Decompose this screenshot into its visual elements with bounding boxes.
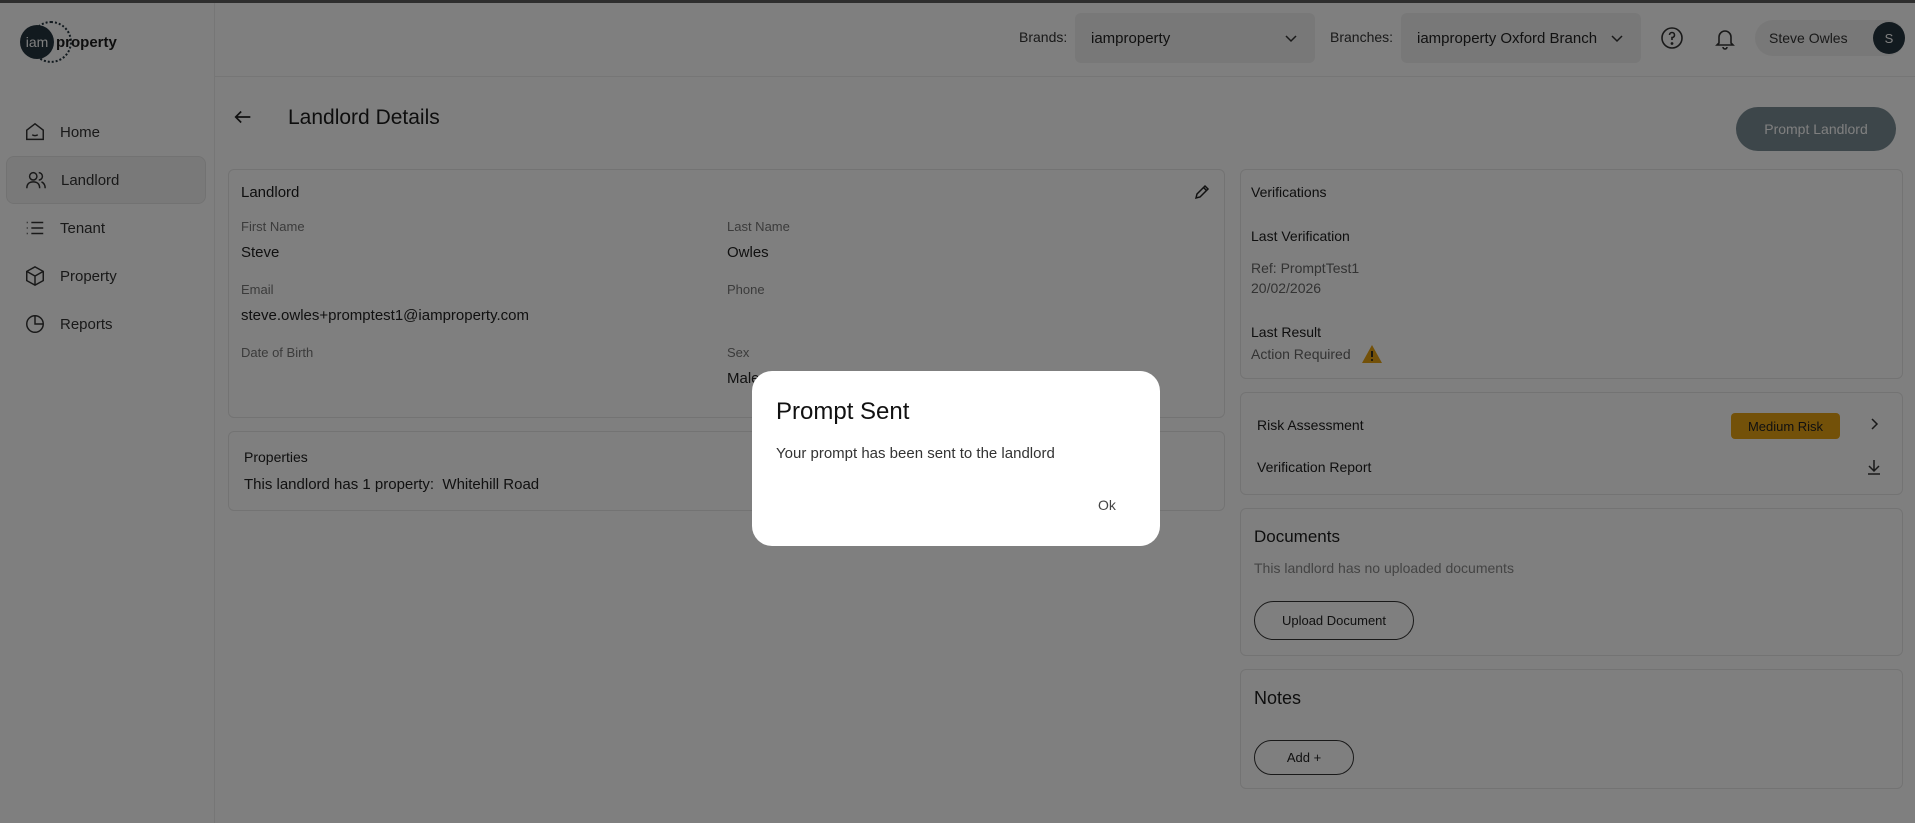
ok-button[interactable]: Ok	[1098, 497, 1116, 513]
prompt-sent-dialog: Prompt Sent Your prompt has been sent to…	[752, 371, 1160, 546]
dialog-title: Prompt Sent	[776, 398, 910, 425]
dialog-message: Your prompt has been sent to the landlor…	[776, 445, 1055, 462]
